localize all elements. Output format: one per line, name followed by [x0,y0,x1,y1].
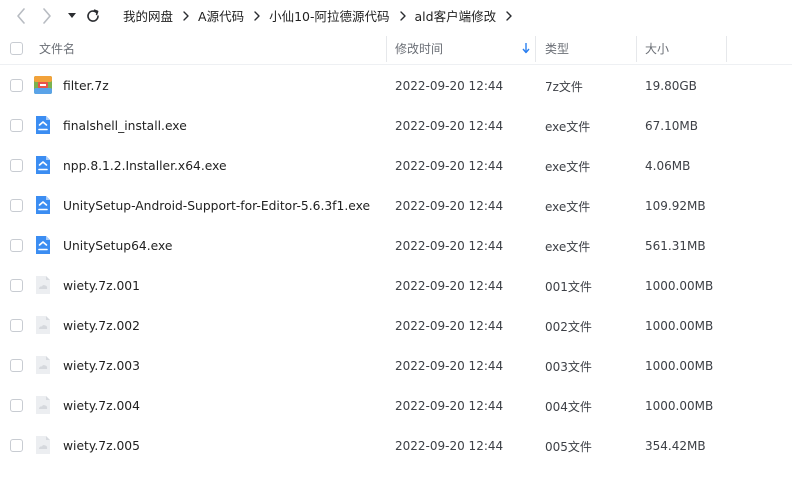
select-all-checkbox[interactable] [10,42,23,55]
chevron-right-icon [254,10,260,21]
column-divider[interactable] [636,36,637,62]
file-type: 003文件 [545,359,592,374]
file-row[interactable]: UnitySetup-Android-Support-for-Editor-5.… [0,186,792,226]
file-size: 1000.00MB [645,319,714,333]
column-divider[interactable] [726,36,727,62]
file-type: 7z文件 [545,79,583,94]
file-size: 1000.00MB [645,399,714,413]
breadcrumb-item[interactable]: 小仙10-阿拉德源代码 [269,6,389,25]
file-row[interactable]: wiety.7z.003 2022-09-20 12:44 003文件 1000… [0,346,792,386]
sort-descending-icon[interactable] [522,42,530,54]
file-name[interactable]: npp.8.1.2.Installer.x64.exe [63,146,227,186]
breadcrumb-item[interactable]: 我的网盘 [123,6,173,25]
row-checkbox[interactable] [10,119,23,132]
row-checkbox[interactable] [10,359,23,372]
exe-icon [36,196,50,214]
file-size: 561.31MB [645,239,706,253]
refresh-icon [87,8,99,22]
file-modified-time: 2022-09-20 12:44 [395,119,504,133]
file-row[interactable]: wiety.7z.001 2022-09-20 12:44 001文件 1000… [0,266,792,306]
file-type: exe文件 [545,119,591,134]
row-checkbox[interactable] [10,79,23,92]
file-name[interactable]: UnitySetup-Android-Support-for-Editor-5.… [63,186,370,226]
chevron-right-icon [183,10,189,21]
file-size: 67.10MB [645,119,698,133]
file-row[interactable]: wiety.7z.002 2022-09-20 12:44 002文件 1000… [0,306,792,346]
file-row[interactable]: npp.8.1.2.Installer.x64.exe 2022-09-20 1… [0,146,792,186]
row-checkbox[interactable] [10,319,23,332]
row-checkbox[interactable] [10,399,23,412]
toolbar: 我的网盘 A源代码 小仙10-阿拉德源代码 ald客户端修改 [0,0,792,31]
column-header-type[interactable]: 类型 [545,32,569,65]
history-dropdown-button[interactable] [64,0,80,31]
file-row[interactable]: filter.7z 2022-09-20 12:44 7z文件 19.80GB [0,66,792,106]
file-size: 109.92MB [645,199,706,213]
file-modified-time: 2022-09-20 12:44 [395,439,504,453]
file-modified-time: 2022-09-20 12:44 [395,239,504,253]
breadcrumb-item[interactable]: A源代码 [198,6,244,25]
archive-icon [34,76,52,94]
file-type: exe文件 [545,239,591,254]
column-header-size[interactable]: 大小 [645,32,669,65]
column-header-name[interactable]: 文件名 [39,32,75,65]
column-divider[interactable] [535,36,536,62]
file-name[interactable]: wiety.7z.001 [63,266,140,306]
breadcrumb: 我的网盘 A源代码 小仙10-阿拉德源代码 ald客户端修改 [123,0,521,31]
file-type: exe文件 [545,199,591,214]
exe-icon [36,116,50,134]
exe-icon [36,156,50,174]
breadcrumb-current[interactable]: ald客户端修改 [415,6,497,25]
caret-down-icon [68,12,76,18]
file-size: 354.42MB [645,439,706,453]
file-modified-time: 2022-09-20 12:44 [395,199,504,213]
file-type: 001文件 [545,279,592,294]
column-divider[interactable] [386,36,387,62]
file-modified-time: 2022-09-20 12:44 [395,359,504,373]
file-modified-time: 2022-09-20 12:44 [395,79,504,93]
row-checkbox[interactable] [10,279,23,292]
file-name[interactable]: UnitySetup64.exe [63,226,172,266]
file-type: 004文件 [545,399,592,414]
file-modified-time: 2022-09-20 12:44 [395,399,504,413]
column-header-mtime[interactable]: 修改时间 [395,32,443,65]
forward-button[interactable] [36,0,58,31]
file-name[interactable]: wiety.7z.004 [63,386,140,426]
file-type: 002文件 [545,319,592,334]
file-row[interactable]: UnitySetup64.exe 2022-09-20 12:44 exe文件 … [0,226,792,266]
row-checkbox[interactable] [10,199,23,212]
generic-file-icon [36,396,50,414]
file-list-header: 文件名 修改时间 类型 大小 [0,32,792,65]
file-row[interactable]: wiety.7z.005 2022-09-20 12:44 005文件 354.… [0,426,792,466]
chevron-right-icon [506,10,512,21]
file-size: 1000.00MB [645,359,714,373]
chevron-left-icon [17,7,25,24]
file-name[interactable]: wiety.7z.002 [63,306,140,346]
file-name[interactable]: wiety.7z.003 [63,346,140,386]
row-checkbox[interactable] [10,159,23,172]
generic-file-icon [36,316,50,334]
file-type: 005文件 [545,439,592,454]
file-row[interactable]: finalshell_install.exe 2022-09-20 12:44 … [0,106,792,146]
file-modified-time: 2022-09-20 12:44 [395,279,504,293]
row-checkbox[interactable] [10,439,23,452]
generic-file-icon [36,436,50,454]
back-button[interactable] [10,0,32,31]
generic-file-icon [36,276,50,294]
file-size: 19.80GB [645,79,697,93]
file-name[interactable]: wiety.7z.005 [63,426,140,466]
row-checkbox[interactable] [10,239,23,252]
file-name[interactable]: finalshell_install.exe [63,106,187,146]
refresh-button[interactable] [84,0,102,31]
generic-file-icon [36,356,50,374]
file-size: 1000.00MB [645,279,714,293]
chevron-right-icon [43,7,51,24]
file-size: 4.06MB [645,159,691,173]
file-modified-time: 2022-09-20 12:44 [395,319,504,333]
file-modified-time: 2022-09-20 12:44 [395,159,504,173]
exe-icon [36,236,50,254]
file-name[interactable]: filter.7z [63,66,109,106]
file-type: exe文件 [545,159,591,174]
chevron-right-icon [399,10,406,21]
file-row[interactable]: wiety.7z.004 2022-09-20 12:44 004文件 1000… [0,386,792,426]
